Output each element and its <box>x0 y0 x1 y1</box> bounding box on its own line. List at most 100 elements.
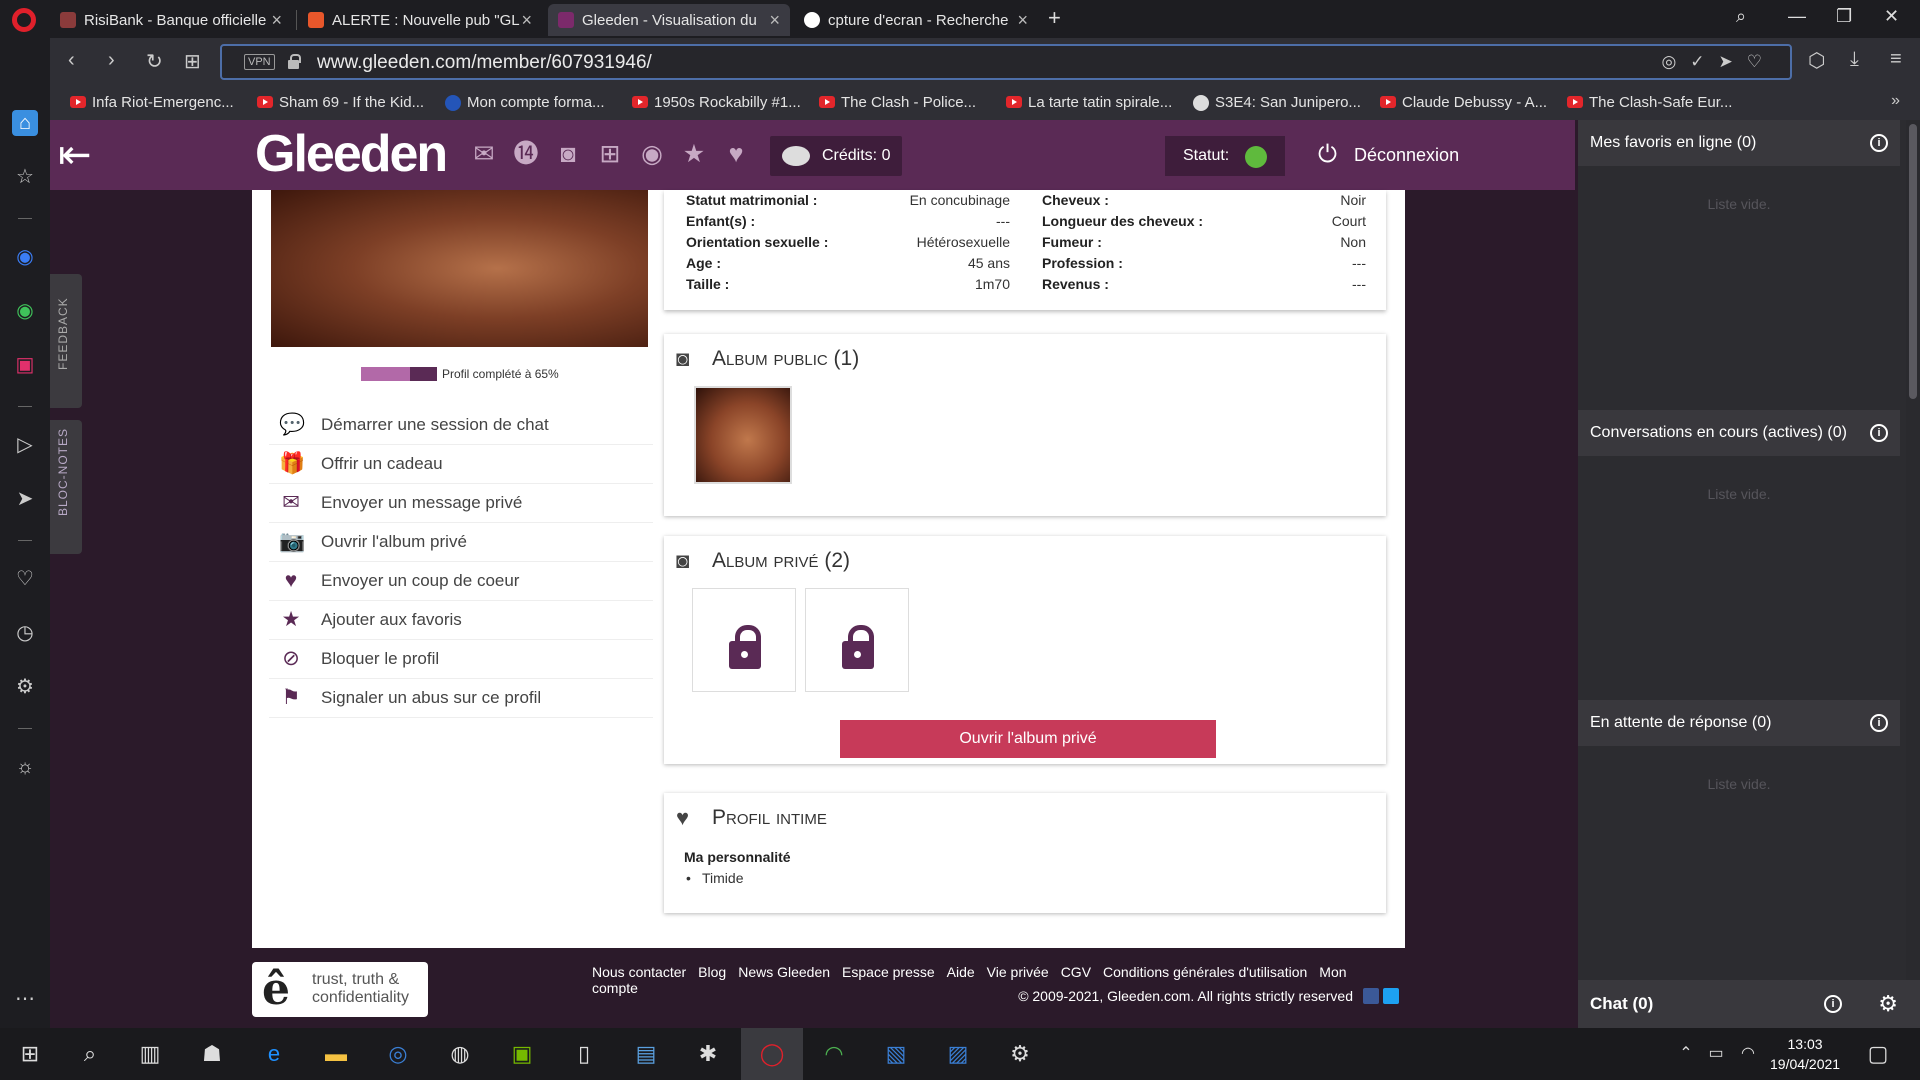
lock-icon[interactable] <box>288 54 301 69</box>
screenshot-icon[interactable]: ▨ <box>944 1040 972 1068</box>
more-options-icon[interactable]: ⋯ <box>12 986 38 1012</box>
locked-photo[interactable] <box>692 588 796 692</box>
footer-link[interactable]: Conditions générales d'utilisation <box>1103 964 1307 980</box>
profile-action-envelope[interactable]: ✉ Envoyer un message privé <box>269 484 653 523</box>
trust-badge[interactable]: ê trust, truth & confidentiality <box>252 962 428 1017</box>
search-icon[interactable]: ⌕ <box>76 1040 104 1068</box>
notification-icon[interactable]: ▢ <box>1864 1040 1892 1068</box>
flow-icon[interactable]: ➤ <box>12 486 38 512</box>
heart-icon[interactable]: ♥ <box>720 138 752 170</box>
footer-link[interactable]: Espace presse <box>842 964 935 980</box>
profile-action-block[interactable]: ⊘ Bloquer le profil <box>269 640 653 679</box>
easy-setup-icon[interactable]: ≡ <box>1890 48 1902 71</box>
footer-link[interactable]: Aide <box>947 964 975 980</box>
tab-close-icon[interactable]: × <box>271 10 282 31</box>
download-icon[interactable]: ⤓ <box>1850 48 1859 71</box>
open-private-album-button[interactable]: Ouvrir l'album privé <box>840 720 1216 758</box>
profile-photo[interactable] <box>271 190 648 347</box>
url-field[interactable]: VPN www.gleeden.com/member/607931946/ ◎✓… <box>220 44 1792 80</box>
chat-bar[interactable]: Chat (0) i ⚙ <box>1578 980 1920 1028</box>
active-conversations-header[interactable]: Conversations en cours (actives) (0) i <box>1578 410 1900 456</box>
bookmark-item[interactable]: S3E4: San Junipero... <box>1193 94 1361 111</box>
facebook-icon[interactable] <box>1363 988 1379 1004</box>
edge-icon[interactable]: e <box>260 1040 288 1068</box>
footer-link[interactable]: News Gleeden <box>738 964 830 980</box>
control-panel-icon[interactable]: ▤ <box>632 1040 660 1068</box>
forward-icon[interactable]: › <box>108 49 115 72</box>
gleeden-logo[interactable]: Gleeden <box>255 124 448 184</box>
gear-icon[interactable]: ⚙ <box>1878 980 1898 1028</box>
wifi-app-icon[interactable]: ◠ <box>820 1040 848 1068</box>
bookmark-item[interactable]: The Clash-Safe Eur... <box>1567 94 1732 111</box>
profile-action-camera[interactable]: 📷 Ouvrir l'album privé <box>269 523 653 562</box>
new-tab-button[interactable]: + <box>1048 5 1061 31</box>
bookmark-item[interactable]: Claude Debussy - A... <box>1380 94 1547 111</box>
restore-icon[interactable]: ❐ <box>1836 6 1852 27</box>
logout-button[interactable]: ⏻ Déconnexion <box>1318 138 1459 172</box>
speed-dial-icon[interactable]: ⊞ <box>184 49 201 74</box>
info-icon[interactable]: i <box>1870 424 1888 442</box>
battery-icon[interactable]: ▭ <box>1702 1040 1730 1068</box>
document-icon[interactable]: ▯ <box>570 1040 598 1068</box>
tab-close-icon[interactable]: × <box>1017 10 1028 31</box>
footer-link[interactable]: Nous contacter <box>592 964 686 980</box>
bookmark-item[interactable]: Sham 69 - If the Kid... <box>257 94 424 111</box>
status-toggle[interactable]: Statut: <box>1165 136 1286 176</box>
bookmark-item[interactable]: Infa Riot-Emergenc... <box>70 94 234 111</box>
profile-action-star[interactable]: ★ Ajouter aux favoris <box>269 601 653 640</box>
app-icon[interactable]: ☗ <box>198 1040 226 1068</box>
vpn-badge[interactable]: VPN <box>244 54 275 70</box>
windows-start-icon[interactable]: ⊞ <box>16 1040 44 1068</box>
eye-icon[interactable]: ◉ <box>636 138 668 170</box>
favorites-online-header[interactable]: Mes favoris en ligne (0) i <box>1578 120 1900 166</box>
network-app-icon[interactable]: ▧ <box>882 1040 910 1068</box>
credits-button[interactable]: Crédits: 0 <box>770 136 903 176</box>
accessibility-icon[interactable]: ✱ <box>694 1040 722 1068</box>
profile-action-chat[interactable]: 💬 Démarrer une session de chat <box>269 406 653 445</box>
search-tabs-icon[interactable]: ⌕ <box>1736 6 1746 27</box>
star-icon[interactable]: ★ <box>678 138 710 170</box>
info-icon[interactable]: i <box>1870 134 1888 152</box>
tab-close-icon[interactable]: × <box>521 10 532 31</box>
feedback-tab[interactable]: FEEDBACK <box>50 274 82 408</box>
mail-icon[interactable]: ✉ <box>468 138 500 170</box>
more-bookmarks-icon[interactable]: » <box>1891 92 1900 110</box>
awaiting-reply-header[interactable]: En attente de réponse (0) i <box>1578 700 1900 746</box>
info-icon[interactable]: i <box>1824 995 1842 1013</box>
profile-action-flag[interactable]: ⚑ Signaler un abus sur ce profil <box>269 679 653 718</box>
opera-icon[interactable]: ◯ <box>758 1040 786 1068</box>
lightbulb-icon[interactable]: ☼ <box>12 754 38 780</box>
bookmarks-star-icon[interactable]: ☆ <box>12 164 38 190</box>
bookmark-item[interactable]: 1950s Rockabilly #1... <box>632 94 801 111</box>
opera-menu-icon[interactable] <box>12 8 36 32</box>
instagram-icon[interactable]: ▣ <box>12 352 38 378</box>
whatsapp-icon[interactable]: ◉ <box>12 298 38 324</box>
locked-photo[interactable] <box>805 588 909 692</box>
file-explorer-icon[interactable]: ▬ <box>322 1040 350 1068</box>
heart-icon[interactable]: ♡ <box>12 566 38 592</box>
clock[interactable]: 13:03 19/04/2021 <box>1770 1034 1840 1074</box>
settings-icon[interactable]: ⚙ <box>12 674 38 700</box>
wifi-icon[interactable]: ◠ <box>1734 1040 1762 1068</box>
home-icon[interactable]: ⌂ <box>12 110 38 136</box>
chat-panel-scrollbar[interactable] <box>1906 120 1920 980</box>
globe-icon[interactable]: ◍ <box>446 1040 474 1068</box>
extensions-icon[interactable]: ⬡ <box>1808 48 1825 73</box>
qbittorrent-icon[interactable]: ◎ <box>384 1040 412 1068</box>
tab-risibank[interactable]: RisiBank - Banque officielle × <box>50 4 292 36</box>
url-text[interactable]: www.gleeden.com/member/607931946/ <box>317 52 652 74</box>
reload-icon[interactable]: ↻ <box>146 49 163 74</box>
history-clock-icon[interactable]: ◷ <box>12 620 38 646</box>
profile-action-gift[interactable]: 🎁 Offrir un cadeau <box>269 445 653 484</box>
info-icon[interactable]: i <box>1870 714 1888 732</box>
e-icon[interactable]: ⓮ <box>510 138 542 170</box>
tab-alerte[interactable]: ALERTE : Nouvelle pub "GL × <box>298 4 542 36</box>
url-action-icons[interactable]: ◎✓➤♡ <box>1661 52 1776 72</box>
tab-google[interactable]: cpture d'ecran - Recherche × <box>794 4 1038 36</box>
album-photo-thumbnail[interactable] <box>694 386 792 484</box>
close-window-icon[interactable]: ✕ <box>1884 6 1899 27</box>
messenger-icon[interactable]: ◉ <box>12 244 38 270</box>
footer-link[interactable]: Vie privée <box>987 964 1049 980</box>
footer-link[interactable]: Blog <box>698 964 726 980</box>
minimize-icon[interactable]: — <box>1788 6 1806 27</box>
